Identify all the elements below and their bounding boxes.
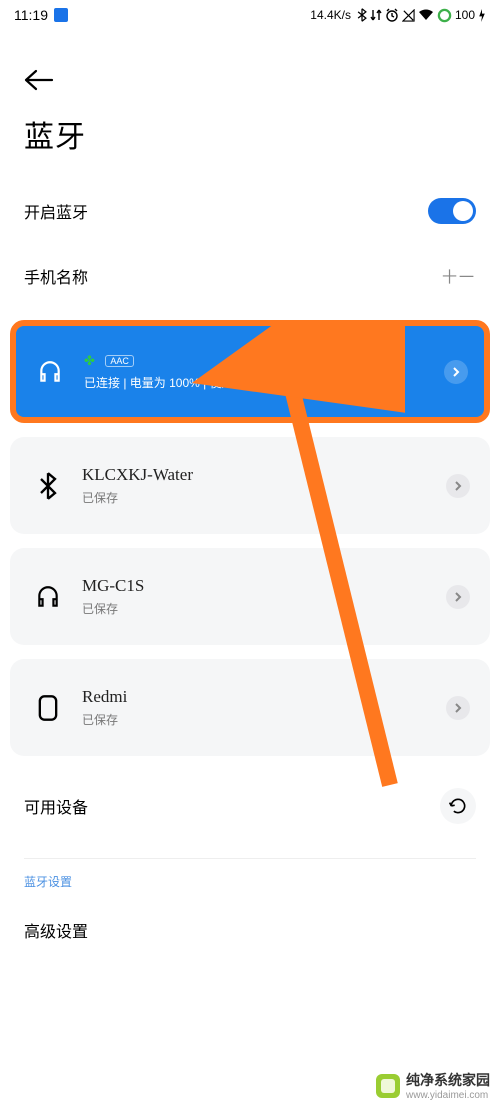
device-name: Redmi bbox=[82, 687, 446, 707]
section-label: 蓝牙设置 bbox=[24, 873, 500, 890]
refresh-button[interactable] bbox=[440, 788, 476, 824]
app-indicator-icon bbox=[54, 8, 68, 22]
device-row-active[interactable]: ✤ AAC 已连接 | 电量为 100% | 使用中 bbox=[10, 320, 490, 423]
device-sub: 已保存 bbox=[82, 600, 446, 617]
charging-icon bbox=[478, 9, 486, 22]
watermark-logo-icon bbox=[376, 1074, 400, 1098]
device-name: ✤ AAC bbox=[84, 352, 444, 370]
bluetooth-icon bbox=[26, 472, 70, 500]
device-icon bbox=[26, 694, 70, 722]
bluetooth-toggle[interactable] bbox=[428, 198, 476, 224]
bluetooth-toggle-label: 开启蓝牙 bbox=[24, 199, 88, 223]
status-left: 11:19 bbox=[14, 7, 68, 23]
page-title: 蓝牙 bbox=[24, 112, 500, 156]
watermark-url: www.yidaimei.com bbox=[406, 1090, 490, 1101]
headphones-icon bbox=[26, 584, 70, 610]
device-sub: 已连接 | 电量为 100% | 使用中 bbox=[84, 374, 444, 391]
watermark-title: 纯净系统家园 bbox=[406, 1072, 490, 1088]
device-row[interactable]: Redmi 已保存 bbox=[10, 659, 490, 756]
device-row[interactable]: MG-C1S 已保存 bbox=[10, 548, 490, 645]
transfer-icon bbox=[370, 8, 382, 22]
available-devices-row: 可用设备 bbox=[0, 770, 500, 850]
status-speed: 14.4K/s bbox=[310, 8, 351, 22]
chevron-right-icon[interactable] bbox=[446, 474, 470, 498]
arrow-left-icon bbox=[24, 69, 54, 91]
device-sub: 已保存 bbox=[82, 489, 446, 506]
status-time: 11:19 bbox=[14, 7, 48, 23]
chevron-right-icon[interactable] bbox=[446, 696, 470, 720]
battery-ring-icon bbox=[437, 8, 452, 23]
available-devices-label: 可用设备 bbox=[24, 794, 88, 818]
bluetooth-icon bbox=[357, 8, 367, 22]
bluetooth-toggle-row: 开启蓝牙 bbox=[0, 184, 500, 240]
phone-name-label: 手机名称 bbox=[24, 264, 88, 288]
device-body: MG-C1S 已保存 bbox=[70, 576, 446, 617]
codec-badge: AAC bbox=[105, 355, 134, 367]
refresh-icon bbox=[448, 796, 468, 816]
watermark: 纯净系统家园 www.yidaimei.com bbox=[376, 1070, 490, 1101]
device-body: KLCXKJ-Water 已保存 bbox=[70, 465, 446, 506]
chevron-right-icon[interactable] bbox=[446, 585, 470, 609]
chevron-right-icon[interactable] bbox=[444, 360, 468, 384]
alarm-icon bbox=[385, 8, 399, 22]
headphones-icon bbox=[28, 359, 72, 385]
status-battery: 100 bbox=[455, 8, 475, 22]
phone-name-row[interactable]: 手机名称 十一 bbox=[0, 250, 500, 304]
status-right: 14.4K/s 100 bbox=[310, 8, 486, 23]
device-body: ✤ AAC 已连接 | 电量为 100% | 使用中 bbox=[72, 352, 444, 391]
no-sim-icon bbox=[402, 9, 415, 22]
divider bbox=[24, 858, 476, 859]
device-name: KLCXKJ-Water bbox=[82, 465, 446, 485]
advanced-settings-label: 高级设置 bbox=[24, 924, 88, 941]
wifi-icon bbox=[418, 9, 434, 21]
status-bar: 11:19 14.4K/s 100 bbox=[0, 0, 500, 30]
back-button[interactable] bbox=[24, 60, 72, 100]
device-row[interactable]: KLCXKJ-Water 已保存 bbox=[10, 437, 490, 534]
device-sub: 已保存 bbox=[82, 711, 446, 728]
advanced-settings-row[interactable]: 高级设置 bbox=[0, 900, 500, 960]
clover-icon: ✤ bbox=[84, 353, 95, 368]
phone-name-value: 十一 bbox=[442, 266, 476, 287]
device-body: Redmi 已保存 bbox=[70, 687, 446, 728]
device-name: MG-C1S bbox=[82, 576, 446, 596]
